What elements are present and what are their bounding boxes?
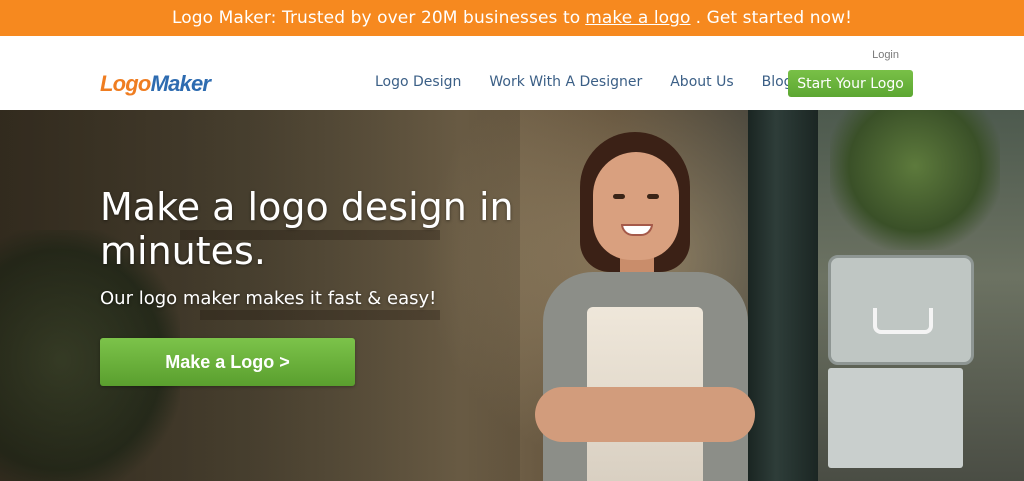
hero-title: Make a logo design in minutes. bbox=[100, 185, 514, 273]
site-header: Login LogoMaker Logo Design Work With A … bbox=[0, 36, 1024, 110]
promo-suffix: . Get started now! bbox=[695, 8, 853, 28]
hero-woman-photo bbox=[535, 132, 755, 481]
hero-subtitle: Our logo maker makes it fast & easy! bbox=[100, 288, 437, 309]
crossed-arms bbox=[535, 387, 755, 442]
login-link[interactable]: Login bbox=[872, 49, 899, 61]
suitcase-image bbox=[828, 255, 974, 365]
start-your-logo-button[interactable]: Start Your Logo bbox=[788, 70, 913, 97]
promo-text: Logo Maker: Trusted by over 20M business… bbox=[171, 8, 581, 28]
face bbox=[593, 152, 679, 260]
eye bbox=[647, 194, 659, 199]
main-nav: Logo Design Work With A Designer About U… bbox=[375, 74, 821, 90]
make-a-logo-button[interactable]: Make a Logo > bbox=[100, 338, 355, 386]
logo-text-part2: Maker bbox=[150, 71, 211, 96]
smile bbox=[621, 224, 653, 236]
door-frame bbox=[748, 110, 818, 481]
make-a-logo-link[interactable]: make a logo bbox=[585, 8, 690, 28]
nav-logo-design[interactable]: Logo Design bbox=[375, 74, 461, 90]
logomaker-logo[interactable]: LogoMaker bbox=[100, 71, 211, 97]
logo-text-part1: Logo bbox=[100, 71, 151, 96]
eye bbox=[613, 194, 625, 199]
nav-about-us[interactable]: About Us bbox=[670, 74, 733, 90]
promo-banner: Logo Maker: Trusted by over 20M business… bbox=[0, 0, 1024, 36]
trunk-image bbox=[828, 368, 963, 468]
nav-work-with-designer[interactable]: Work With A Designer bbox=[489, 74, 642, 90]
plant-right-image bbox=[830, 110, 1000, 250]
suitcase-handle bbox=[873, 308, 933, 334]
